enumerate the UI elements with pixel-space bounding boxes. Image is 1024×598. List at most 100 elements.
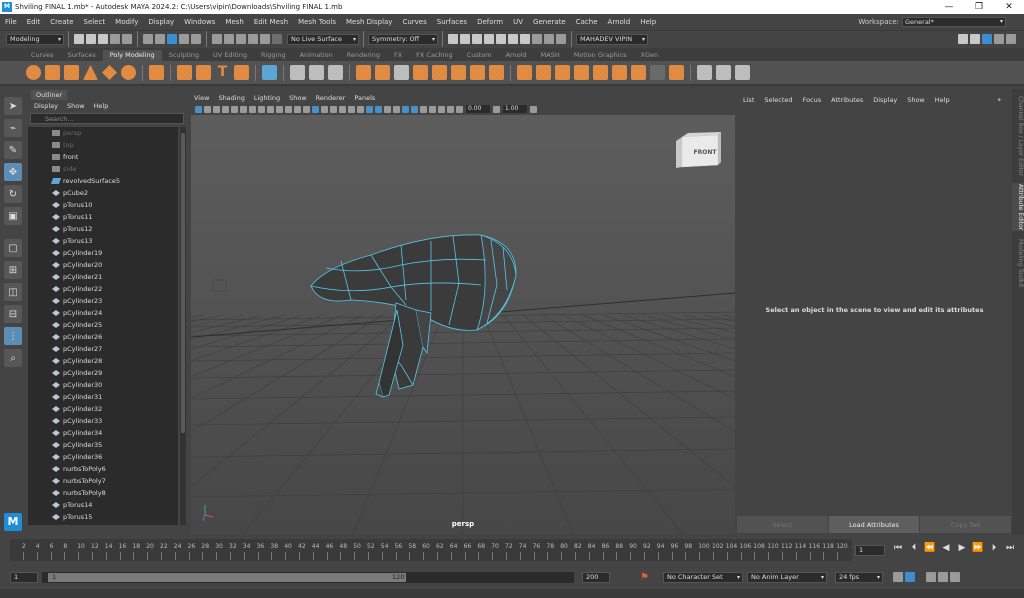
conform-icon[interactable] bbox=[650, 65, 665, 80]
snap-curve-icon[interactable] bbox=[224, 34, 234, 44]
isolate-select-icon[interactable] bbox=[420, 105, 427, 113]
tab-channel-box[interactable]: Channel Box / Layer Editor bbox=[1012, 93, 1024, 179]
quadrangulate-icon[interactable] bbox=[631, 65, 646, 80]
menu-deform[interactable]: Deform bbox=[472, 18, 508, 26]
step-forward-frame-icon[interactable]: ⏵ bbox=[986, 543, 1002, 553]
sound-icon[interactable] bbox=[925, 572, 936, 582]
paint-select-tool-icon[interactable]: ✎ bbox=[4, 141, 22, 159]
use-lights-icon[interactable] bbox=[366, 105, 373, 113]
playback-preferences-icon[interactable] bbox=[904, 572, 915, 582]
step-forward-key-icon[interactable]: ⏩ bbox=[970, 543, 986, 553]
menu-uv[interactable]: UV bbox=[508, 18, 528, 26]
toggle-channel-box-icon[interactable] bbox=[970, 34, 980, 44]
pause-icon[interactable] bbox=[556, 34, 566, 44]
color-management-icon[interactable] bbox=[530, 105, 537, 113]
user-account-dropdown[interactable]: MAHADEV VIPIN bbox=[576, 33, 648, 45]
menu-curves[interactable]: Curves bbox=[397, 18, 431, 26]
poly-torus-icon[interactable] bbox=[121, 65, 136, 80]
custom-layout-icon[interactable]: ⋮ bbox=[4, 327, 22, 345]
ae-menu-show[interactable]: Show bbox=[907, 96, 925, 104]
outliner-item[interactable]: persp bbox=[28, 127, 178, 139]
outliner-item[interactable]: pCylinder28 bbox=[28, 355, 178, 367]
xray-icon[interactable] bbox=[429, 105, 436, 113]
ipr-render-icon[interactable] bbox=[484, 34, 494, 44]
shelf-tab-animation[interactable]: Animation bbox=[293, 50, 340, 61]
menu-generate[interactable]: Generate bbox=[528, 18, 571, 26]
fps-dropdown[interactable]: 24 fps bbox=[834, 571, 883, 583]
shelf-tab-mash[interactable]: MASH bbox=[534, 50, 567, 61]
close-button[interactable]: ✕ bbox=[994, 2, 1024, 12]
outliner-item[interactable]: side bbox=[28, 163, 178, 175]
camera-attributes-icon[interactable] bbox=[204, 105, 211, 113]
arnold-render-icon[interactable] bbox=[544, 34, 554, 44]
snap-view-icon[interactable] bbox=[248, 34, 258, 44]
menu-mesh-tools[interactable]: Mesh Tools bbox=[293, 18, 341, 26]
go-to-end-icon[interactable]: ⏭ bbox=[1002, 543, 1018, 553]
grid-icon[interactable] bbox=[312, 105, 319, 113]
outliner-item[interactable]: pCylinder26 bbox=[28, 331, 178, 343]
side-by-side-layout-icon[interactable]: ◫ bbox=[4, 283, 22, 301]
render-settings-icon[interactable] bbox=[496, 34, 506, 44]
viewport-menu-renderer[interactable]: Renderer bbox=[316, 94, 346, 102]
smooth-icon[interactable] bbox=[328, 65, 343, 80]
menu-mesh[interactable]: Mesh bbox=[220, 18, 248, 26]
insert-edge-loop-icon[interactable] bbox=[555, 65, 570, 80]
fill-icon[interactable] bbox=[669, 65, 684, 80]
offset-edge-loop-icon[interactable] bbox=[574, 65, 589, 80]
safe-title-icon[interactable] bbox=[285, 105, 292, 113]
shelf-tab-arnold[interactable]: Arnold bbox=[499, 50, 534, 61]
menu-arnold[interactable]: Arnold bbox=[603, 18, 636, 26]
bevel-icon[interactable] bbox=[451, 65, 466, 80]
animation-start-field[interactable]: 1 bbox=[10, 571, 38, 583]
select-edge-icon[interactable] bbox=[191, 34, 201, 44]
resolution-gate-icon[interactable] bbox=[249, 105, 256, 113]
menu-surfaces[interactable]: Surfaces bbox=[432, 18, 472, 26]
snap-point-icon[interactable] bbox=[236, 34, 246, 44]
select-camera-icon[interactable] bbox=[195, 105, 202, 113]
animation-preferences-icon[interactable] bbox=[937, 572, 948, 582]
toggle-outliner-icon[interactable] bbox=[1006, 34, 1016, 44]
pan-zoom-icon[interactable] bbox=[294, 105, 301, 113]
modeling-toolkit-icon[interactable] bbox=[958, 34, 968, 44]
xray-components-icon[interactable] bbox=[447, 105, 454, 113]
outliner-item[interactable]: pTorus12 bbox=[28, 223, 178, 235]
render-frame-icon[interactable] bbox=[460, 34, 470, 44]
menu-cache[interactable]: Cache bbox=[571, 18, 603, 26]
outliner-item[interactable]: pCylinder21 bbox=[28, 271, 178, 283]
rotate-tool-icon[interactable]: ↻ bbox=[4, 185, 22, 203]
wireframe-icon[interactable] bbox=[321, 105, 328, 113]
menu-select[interactable]: Select bbox=[79, 18, 111, 26]
antialias-icon[interactable] bbox=[402, 105, 409, 113]
boolean-difference-icon[interactable] bbox=[375, 65, 390, 80]
hypershade-icon[interactable] bbox=[508, 34, 518, 44]
character-set-dropdown[interactable]: No Character Set bbox=[662, 571, 743, 583]
command-line[interactable] bbox=[0, 589, 1024, 598]
menu-modify[interactable]: Modify bbox=[110, 18, 143, 26]
shelf-tab-rendering[interactable]: Rendering bbox=[340, 50, 387, 61]
menu-mesh-display[interactable]: Mesh Display bbox=[341, 18, 397, 26]
shelf-tab-curves[interactable]: Curves bbox=[24, 50, 61, 61]
undo-icon[interactable] bbox=[110, 34, 120, 44]
snap-surface-icon[interactable] bbox=[260, 34, 270, 44]
automatic-uv-icon[interactable] bbox=[716, 65, 731, 80]
append-polygon-icon[interactable] bbox=[470, 65, 485, 80]
four-pane-layout-icon[interactable]: ⊞ bbox=[4, 261, 22, 279]
ae-menu-focus[interactable]: Focus bbox=[803, 96, 822, 104]
play-backwards-icon[interactable]: ◀ bbox=[938, 543, 954, 553]
go-to-start-icon[interactable]: ⏮ bbox=[890, 543, 906, 553]
select-vertex-icon[interactable] bbox=[179, 34, 189, 44]
outliner-item[interactable]: pCylinder22 bbox=[28, 283, 178, 295]
menu-windows[interactable]: Windows bbox=[179, 18, 220, 26]
play-forwards-icon[interactable]: ▶ bbox=[954, 543, 970, 553]
lasso-tool-icon[interactable]: ⌁ bbox=[4, 119, 22, 137]
exposure-icon[interactable] bbox=[456, 105, 463, 113]
snap-grid-icon[interactable] bbox=[212, 34, 222, 44]
combine-icon[interactable] bbox=[290, 65, 305, 80]
toggle-tool-settings-icon[interactable] bbox=[994, 34, 1004, 44]
render-sequence-icon[interactable] bbox=[472, 34, 482, 44]
outliner-item[interactable]: revolvedSurface5 bbox=[28, 175, 178, 187]
grease-pencil-icon[interactable] bbox=[303, 105, 310, 113]
ae-menu-selected[interactable]: Selected bbox=[764, 96, 792, 104]
menu-edit-mesh[interactable]: Edit Mesh bbox=[249, 18, 293, 26]
menu-edit[interactable]: Edit bbox=[22, 18, 46, 26]
